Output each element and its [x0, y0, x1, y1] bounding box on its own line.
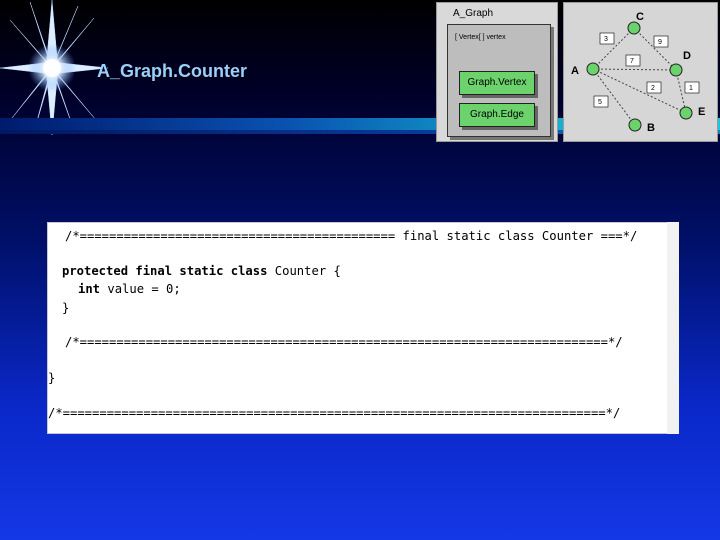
node-label-a: A [571, 65, 579, 77]
graph-node-c [627, 21, 641, 35]
code-line-brace: } [48, 371, 56, 385]
node-label-c: C [636, 11, 644, 23]
code-keyword: int [78, 282, 101, 296]
graph-node-b [628, 118, 642, 132]
code-line-brace: } [62, 301, 70, 315]
graph-diagram-panel: 3 9 7 2 1 5 A B C D E [563, 2, 718, 142]
graph-node-d [669, 63, 683, 77]
graph-edge-box: Graph.Edge [459, 103, 535, 127]
code-line-field: int value = 0; [78, 282, 181, 300]
code-scrollbar[interactable] [667, 222, 679, 434]
edge-weight-label: 3 [604, 36, 608, 43]
code-comment-line: /*======================================… [48, 406, 621, 420]
code-text: value = 0; [100, 282, 181, 296]
edge-weight-label: 1 [689, 85, 693, 92]
edge-weight-label: 2 [651, 85, 655, 92]
graph-svg: 3 9 7 2 1 5 A B C D E [571, 11, 705, 134]
graph-node-a [586, 62, 600, 76]
code-listing: /*======================================… [47, 222, 679, 434]
vertex-field-label: [ Vertex[ ] vertex [455, 34, 506, 41]
node-label-b: B [647, 122, 655, 134]
slide-title: A_Graph.Counter [97, 61, 248, 81]
code-text: Counter { [267, 264, 341, 278]
edge-a-d [592, 68, 677, 71]
outer-class-box: [ Vertex[ ] vertex Graph.Vertex Graph.Ed… [447, 24, 551, 137]
edge-d-e [675, 69, 687, 114]
code-comment-line: /*======================================… [65, 229, 638, 243]
graph-node-e [679, 106, 693, 120]
graph-vertex-box: Graph.Vertex [459, 71, 535, 95]
outer-class-label: A_Graph [453, 8, 494, 19]
node-label-d: D [683, 50, 691, 62]
code-keyword: protected final static class [62, 264, 268, 278]
code-comment-line: /*======================================… [65, 335, 623, 349]
edge-weight-label: 9 [658, 39, 662, 46]
edge-weight-label: 7 [630, 58, 634, 65]
node-label-e: E [698, 106, 705, 118]
starburst-logo [0, 0, 109, 135]
code-line-class-decl: protected final static class Counter { [62, 264, 341, 282]
class-diagram-panel: A_Graph [ Vertex[ ] vertex Graph.Vertex … [436, 2, 558, 142]
edge-weight-label: 5 [598, 99, 602, 106]
